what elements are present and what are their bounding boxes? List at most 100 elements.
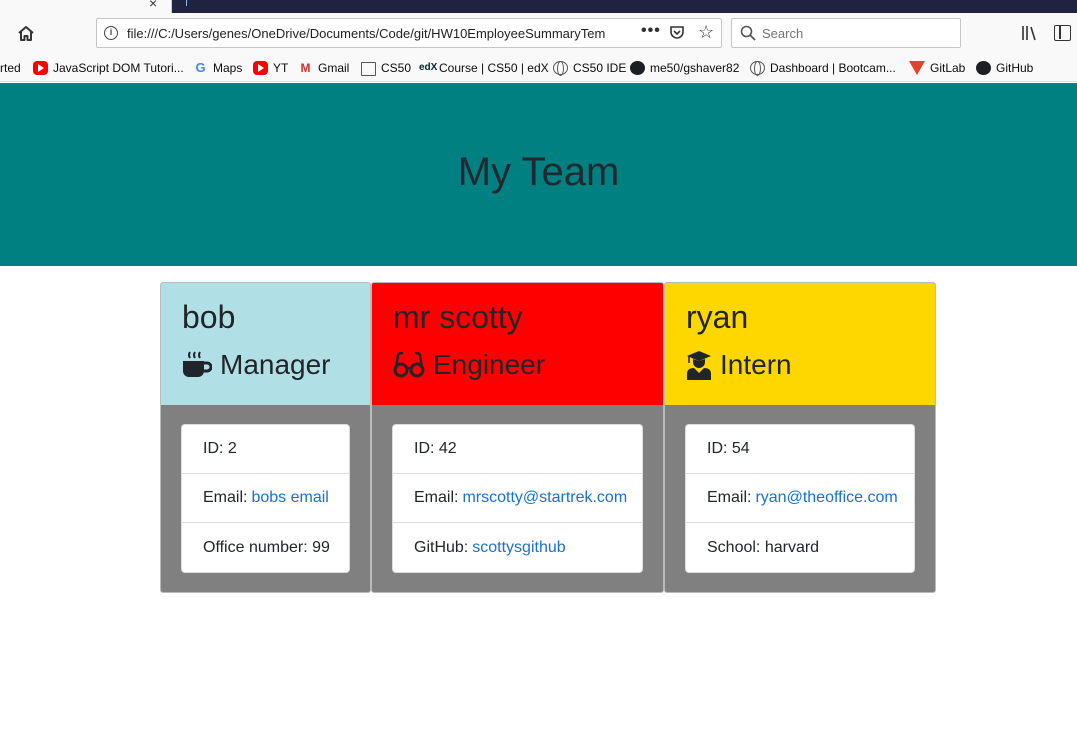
employee-email: Email: ryan@theoffice.com (686, 474, 914, 523)
bookmark-label: YT (273, 61, 289, 75)
coffee-mug-icon (183, 351, 212, 377)
search-icon (740, 25, 756, 41)
url-text[interactable]: file:///C:/Users/genes/OneDrive/Document… (127, 26, 635, 41)
employee-role: Engineer (393, 349, 545, 381)
bookmark-item[interactable]: edX Course | CS50 | edX (419, 59, 549, 77)
gmail-icon: M (300, 61, 311, 75)
folder-icon (361, 62, 376, 76)
office-value: 99 (312, 538, 330, 556)
employee-id: ID: 54 (686, 425, 914, 474)
next-tab[interactable] (186, 0, 187, 6)
email-link[interactable]: ryan@theoffice.com (755, 489, 897, 507)
school-label: School: (707, 538, 761, 556)
github-icon (630, 61, 645, 75)
email-link[interactable]: bobs email (251, 489, 328, 507)
bookmark-label: JavaScript DOM Tutori... (53, 61, 184, 75)
home-button[interactable] (14, 22, 38, 44)
url-bar[interactable]: i file:///C:/Users/genes/OneDrive/Docume… (96, 18, 722, 48)
youtube-icon (33, 61, 48, 75)
employee-details: ID: 42 Email: mrscotty@startrek.com GitHu… (392, 424, 643, 573)
bookmark-item[interactable]: M Gmail (298, 59, 350, 77)
sidebar-toggle-icon[interactable] (1054, 25, 1071, 41)
email-label: Email: (203, 489, 248, 506)
bookmark-label: GitHub (996, 61, 1034, 75)
bookmark-label: CS50 (381, 61, 412, 75)
team-cards: bob Manager ID: 2 Email: bobs email Offic… (160, 282, 936, 593)
globe-icon (553, 61, 568, 76)
employee-email: Email: mrscotty@startrek.com (393, 474, 642, 523)
email-label: Email: (414, 489, 459, 506)
card-header: mr scotty Engineer (372, 283, 663, 405)
page-actions-icon[interactable]: ••• (641, 22, 661, 40)
bookmark-item[interactable]: G Maps (193, 59, 242, 77)
employee-card-engineer: mr scotty Engineer ID: 42 Email: mrscotty… (371, 282, 664, 593)
bookmark-label: Maps (213, 61, 243, 75)
bookmark-label: Gmail (318, 61, 350, 75)
role-label: Engineer (433, 349, 546, 380)
card-header: bob Manager (161, 283, 370, 405)
bookmark-item[interactable]: YT (253, 59, 288, 77)
bookmark-star-icon[interactable]: ☆ (698, 23, 714, 41)
github-link[interactable]: scottysgithub (472, 539, 565, 557)
employee-school: School: harvard (686, 523, 914, 572)
bookmark-item[interactable]: Dashboard | Bootcam... (750, 59, 896, 77)
email-label: Email: (707, 489, 752, 506)
role-label: Manager (220, 349, 331, 380)
employee-details: ID: 54 Email: ryan@theoffice.com School: … (685, 424, 915, 573)
glasses-icon (393, 352, 425, 378)
bookmark-item[interactable]: GitLab (909, 59, 965, 77)
id-value: 54 (731, 440, 750, 457)
active-tab[interactable]: × (0, 0, 172, 13)
header-jumbotron: My Team (0, 83, 1077, 266)
github-label: GitHub: (414, 538, 469, 556)
info-icon[interactable]: i (104, 26, 118, 40)
bookmark-label: me50/gshaver82 (650, 61, 740, 75)
id-value: 42 (438, 440, 457, 457)
bookmark-item[interactable]: CS50 (361, 59, 411, 77)
bookmark-label: GitLab (930, 61, 966, 75)
employee-id: ID: 2 (182, 425, 349, 474)
employee-name: mr scotty (393, 299, 523, 335)
google-icon: G (195, 60, 206, 75)
school-value: harvard (764, 538, 820, 556)
employee-card-intern: ryan Intern ID: 54 Email: ryan@theoffice.… (664, 282, 936, 593)
bookmark-item[interactable]: me50/gshaver82 (630, 59, 739, 77)
bookmarks-toolbar: rted JavaScript DOM Tutori... G Maps YT … (0, 54, 1077, 82)
youtube-icon (253, 61, 268, 75)
email-link[interactable]: mrscotty@startrek.com (462, 489, 627, 507)
card-header: ryan Intern (665, 283, 935, 405)
employee-office: Office number: 99 (182, 523, 349, 572)
search-bar[interactable] (731, 18, 961, 48)
employee-name: ryan (686, 299, 749, 335)
gitlab-icon (909, 61, 925, 75)
employee-role: Intern (686, 349, 792, 381)
id-value: 2 (227, 440, 237, 457)
employee-id: ID: 42 (393, 425, 642, 474)
employee-name: bob (182, 299, 236, 335)
bookmark-label: Dashboard | Bootcam... (770, 61, 896, 75)
id-label: ID: (707, 440, 728, 457)
pocket-icon[interactable] (669, 25, 685, 41)
bookmark-item[interactable]: GitHub (976, 59, 1033, 77)
graduate-icon (687, 351, 711, 380)
employee-details: ID: 2 Email: bobs email Office number: 99 (181, 424, 350, 573)
bookmark-item[interactable]: JavaScript DOM Tutori... (33, 59, 184, 77)
tab-strip: × (0, 0, 1077, 13)
role-label: Intern (720, 349, 792, 380)
page-title: My Team (457, 150, 620, 194)
close-tab-icon[interactable]: × (149, 0, 157, 10)
bookmark-item[interactable]: rted (0, 59, 21, 77)
bookmark-label: rted (0, 61, 21, 75)
bookmark-label: CS50 IDE (573, 61, 627, 75)
bookmark-item[interactable]: CS50 IDE (553, 59, 626, 77)
home-icon (18, 25, 34, 41)
id-label: ID: (203, 440, 224, 457)
employee-card-manager: bob Manager ID: 2 Email: bobs email Offic… (160, 282, 371, 593)
office-label: Office number: (203, 538, 308, 556)
id-label: ID: (414, 440, 435, 457)
employee-github: GitHub: scottysgithub (393, 523, 642, 572)
search-input[interactable] (762, 24, 952, 42)
globe-icon (750, 61, 765, 76)
library-icon[interactable] (1021, 24, 1041, 42)
github-icon (976, 61, 991, 75)
